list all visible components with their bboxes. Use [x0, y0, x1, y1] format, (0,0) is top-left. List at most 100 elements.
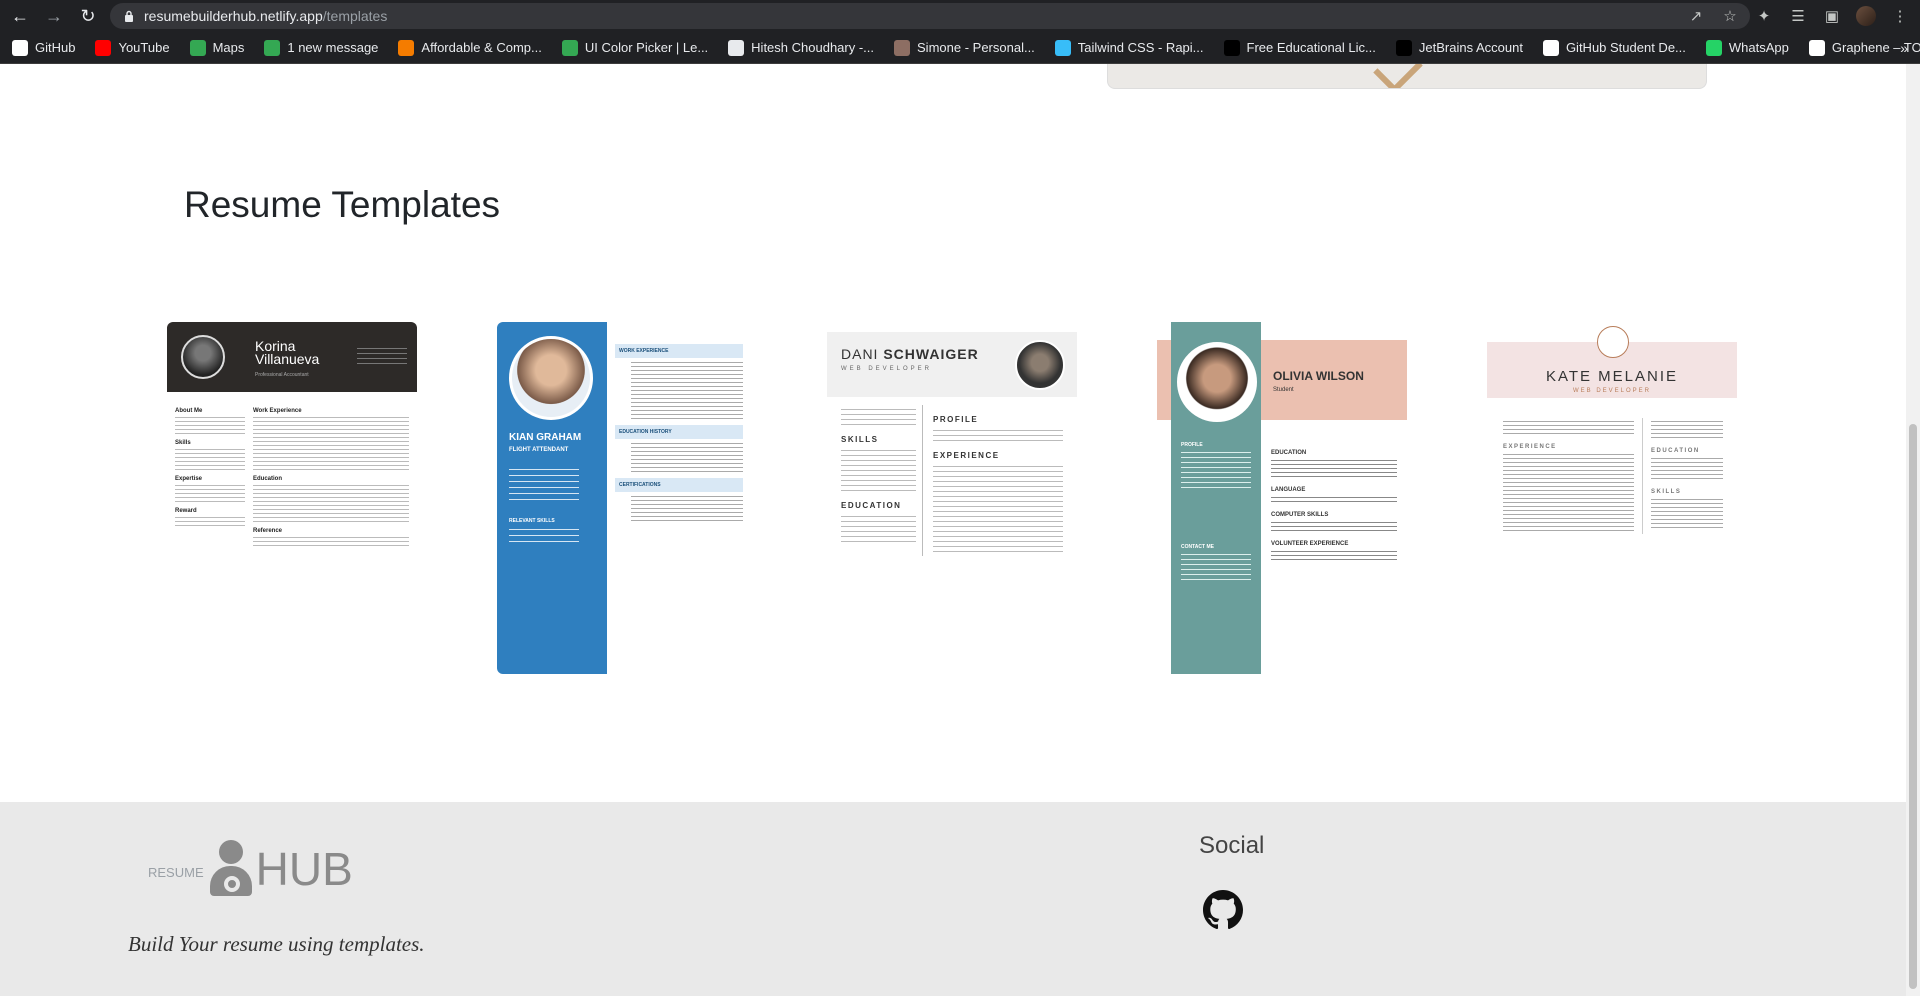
bookmark-label: GitHub — [35, 40, 76, 55]
template-card-kian[interactable]: KIAN GRAHAM FLIGHT ATTENDANT RELEVANT SKI… — [497, 322, 747, 674]
back-icon[interactable]: ← — [6, 2, 34, 30]
template-photo — [1015, 340, 1065, 390]
bookmark-item[interactable]: Simone - Personal... — [894, 39, 1035, 56]
template-section-heading: EXPERIENCE — [933, 451, 1000, 460]
template-card-kate[interactable]: KATE MELANIE WEB DEVELOPER EXPERIENCE EDU… — [1487, 322, 1737, 674]
template-last-name: Villanueva — [255, 351, 320, 367]
template-section-heading: Work Experience — [253, 408, 302, 414]
jetbrains-icon — [1395, 39, 1412, 56]
template-sidebar: KIAN GRAHAM FLIGHT ATTENDANT RELEVANT SKI… — [497, 322, 607, 674]
template-card-dani[interactable]: DANI SCHWAIGER WEB DEVELOPER SKILLS EDUCA… — [827, 322, 1077, 674]
template-section-heading: Skills — [175, 440, 191, 446]
bookmark-label: UI Color Picker | Le... — [584, 40, 709, 55]
bookmark-label: Simone - Personal... — [917, 40, 1035, 55]
template-photo — [1177, 342, 1257, 422]
template-section-heading: Reward — [175, 508, 197, 514]
bookmark-label: Free Educational Lic... — [1246, 40, 1376, 55]
template-role: WEB DEVELOPER — [841, 366, 933, 372]
bookmark-label: WhatsApp — [1728, 40, 1789, 55]
picker-icon — [561, 39, 578, 56]
template-section-heading: COMPUTER SKILLS — [1271, 512, 1329, 518]
bookmark-item[interactable]: YouTube — [95, 39, 170, 56]
footer-tagline: Build Your resume using templates. — [128, 932, 425, 956]
tailwind-icon — [1054, 39, 1071, 56]
page-viewport: Resume Templates Korina Villanueva Profess… — [0, 64, 1906, 996]
bookmark-item[interactable]: Hitesh Choudhary -... — [728, 39, 874, 56]
footer-logo[interactable]: RESUME HUB — [148, 840, 353, 898]
template-header: Korina Villanueva Professional Accountant — [167, 322, 417, 392]
template-name: KATE MELANIE — [1545, 368, 1679, 385]
browser-toolbar: ← → ↻ resumebuilderhub.netlify.app/templ… — [0, 0, 1920, 32]
bookmark-item[interactable]: Maps — [189, 39, 244, 56]
template-first-name: DANI — [841, 346, 879, 362]
bookmark-item[interactable]: 1 new message — [264, 39, 379, 56]
template-role: Professional Accountant — [255, 372, 309, 378]
template-card-korina[interactable]: Korina Villanueva Professional Accountant … — [167, 322, 417, 674]
bookmarks-more-icon[interactable]: » — [1900, 40, 1908, 56]
bookmarks-bar: GitHub YouTube Maps 1 new message Affordable… — [0, 32, 1920, 64]
template-section-heading: CONTACT ME — [1181, 544, 1214, 550]
toolbar-actions: ↗ ☆ ✦ ☰ ▣ ⋮ — [1686, 0, 1920, 32]
address-bar[interactable]: resumebuilderhub.netlify.app/templates — [110, 3, 1750, 29]
footer: RESUME HUB Build Your resume using templ… — [0, 802, 1906, 996]
template-section-heading: SKILLS — [1651, 489, 1682, 495]
person-icon — [206, 840, 256, 898]
black-square-icon — [1223, 39, 1240, 56]
forward-icon[interactable]: → — [40, 2, 68, 30]
template-monogram-icon — [1597, 326, 1629, 358]
bookmark-label: Tailwind CSS - Rapi... — [1077, 40, 1204, 55]
bookmark-label: GitHub Student De... — [1565, 40, 1686, 55]
logo-big-text: HUB — [255, 843, 353, 895]
template-section-heading: VOLUNTEER EXPERIENCE — [1271, 541, 1349, 547]
social-heading: Social — [1199, 832, 1265, 859]
template-role: FLIGHT ATTENDANT — [509, 447, 569, 453]
share-icon[interactable]: ↗ — [1686, 6, 1706, 26]
bookmark-label: 1 new message — [287, 40, 379, 55]
template-section-heading: EDUCATION — [1271, 450, 1307, 456]
menu-icon[interactable]: ⋮ — [1890, 6, 1910, 26]
template-section-heading: LANGUAGE — [1271, 487, 1306, 493]
template-role: Student — [1273, 387, 1294, 393]
section-title: Resume Templates — [184, 184, 501, 225]
template-section-heading: EDUCATION — [841, 501, 902, 510]
whatsapp-icon — [1705, 39, 1722, 56]
bookmark-item[interactable]: Tailwind CSS - Rapi... — [1054, 39, 1204, 56]
template-section-heading: About Me — [175, 408, 203, 414]
star-icon[interactable]: ☆ — [1720, 6, 1740, 26]
bookmark-label: YouTube — [118, 40, 170, 55]
bookmark-item[interactable]: Affordable & Comp... — [398, 39, 542, 56]
bookmark-item[interactable]: GitHub — [12, 39, 76, 56]
profile-avatar[interactable] — [1856, 6, 1876, 26]
extensions-icon[interactable]: ✦ — [1754, 6, 1774, 26]
template-card-olivia[interactable]: OLIVIA WILSON Student PROFILE CONTACT ME … — [1157, 322, 1407, 674]
template-name: OLIVIA WILSON — [1273, 369, 1364, 383]
media-icon[interactable]: ☰ — [1788, 6, 1808, 26]
bookmark-item[interactable]: JetBrains Account — [1395, 39, 1523, 56]
bookmark-item[interactable]: UI Color Picker | Le... — [561, 39, 709, 56]
reload-icon[interactable]: ↻ — [74, 2, 102, 30]
maps-icon — [189, 39, 206, 56]
bookmark-item[interactable]: WhatsApp — [1705, 39, 1789, 56]
scroll-thumb[interactable] — [1909, 424, 1917, 989]
decoration-shape — [1373, 64, 1423, 88]
bookmark-item[interactable]: Free Educational Lic... — [1223, 39, 1376, 56]
bookmark-label: Affordable & Comp... — [421, 40, 542, 55]
template-section-heading: EDUCATION — [1651, 448, 1700, 454]
sidepanel-icon[interactable]: ▣ — [1822, 6, 1842, 26]
github-icon[interactable] — [1203, 890, 1243, 930]
template-header: DANI SCHWAIGER WEB DEVELOPER — [827, 332, 1077, 397]
graphene-icon — [1808, 39, 1825, 56]
orange-circle-icon — [398, 39, 415, 56]
template-section-heading: EDUCATION HISTORY — [615, 425, 743, 439]
template-section-heading: WORK EXPERIENCE — [615, 344, 743, 358]
template-section-heading: SKILLS — [841, 435, 879, 444]
github-icon — [12, 39, 28, 56]
lock-icon — [125, 10, 133, 22]
template-section-heading: CERTIFICATIONS — [615, 478, 743, 492]
template-section-heading: Expertise — [175, 476, 203, 482]
page-scrollbar[interactable] — [1906, 64, 1920, 996]
bookmark-label: JetBrains Account — [1418, 40, 1523, 55]
hero-image-card — [1107, 64, 1707, 89]
bookmark-item[interactable]: GitHub Student De... — [1542, 39, 1686, 56]
template-section-heading: PROFILE — [933, 415, 979, 424]
